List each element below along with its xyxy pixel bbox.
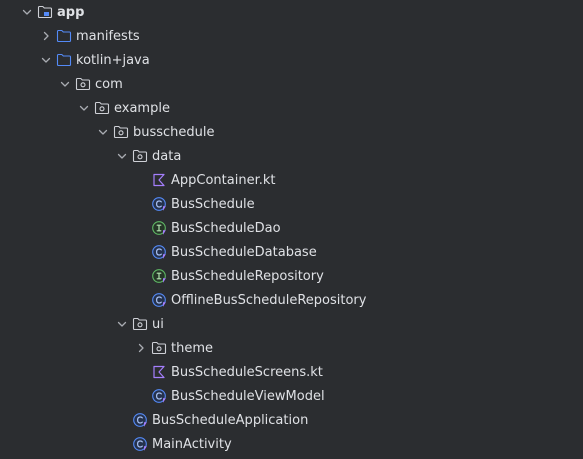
- package-icon: [151, 336, 167, 360]
- tree-node-offlinebusschedulerepository[interactable]: OfflineBusScheduleRepository: [0, 288, 583, 312]
- tree-node-label: BusScheduleRepository: [171, 268, 324, 284]
- chevron-right-icon[interactable]: [39, 24, 53, 48]
- tree-node-label: MainActivity: [152, 436, 232, 452]
- tree-node-com[interactable]: com: [0, 72, 583, 96]
- tree-node-busschedulescreens-kt[interactable]: BusScheduleScreens.kt: [0, 360, 583, 384]
- kotlin-interface-icon: [151, 264, 167, 288]
- folder-icon: [56, 24, 72, 48]
- chevron-down-icon[interactable]: [39, 48, 53, 72]
- chevron-down-icon[interactable]: [58, 72, 72, 96]
- tree-node-label: BusScheduleViewModel: [171, 388, 325, 404]
- chevron-down-icon[interactable]: [96, 120, 110, 144]
- project-tree: app manifests kotlin+java com example bussche…: [0, 0, 583, 459]
- chevron-down-icon[interactable]: [77, 96, 91, 120]
- package-icon: [94, 96, 110, 120]
- tree-node-label: ui: [152, 316, 164, 332]
- tree-node-label: AppContainer.kt: [171, 172, 276, 188]
- kotlin-class-icon: [151, 240, 167, 264]
- tree-node-busschedule[interactable]: BusSchedule: [0, 192, 583, 216]
- tree-node-label: kotlin+java: [76, 52, 150, 68]
- tree-node-manifests[interactable]: manifests: [0, 24, 583, 48]
- tree-node-mainactivity[interactable]: MainActivity: [0, 432, 583, 456]
- kotlin-file-icon: [151, 360, 167, 384]
- tree-node-label: example: [114, 100, 170, 116]
- tree-node-busschedule[interactable]: busschedule: [0, 120, 583, 144]
- package-icon: [113, 120, 129, 144]
- tree-node-label: com: [95, 76, 123, 92]
- tree-node-busschedulerepository[interactable]: BusScheduleRepository: [0, 264, 583, 288]
- tree-node-theme[interactable]: theme: [0, 336, 583, 360]
- tree-node-label: busschedule: [133, 124, 215, 140]
- kotlin-interface-icon: [151, 216, 167, 240]
- tree-node-busscheduleapplication[interactable]: BusScheduleApplication: [0, 408, 583, 432]
- package-icon: [75, 72, 91, 96]
- tree-node-label: app: [57, 4, 85, 20]
- kotlin-file-icon: [151, 168, 167, 192]
- tree-node-label: theme: [171, 340, 213, 356]
- package-icon: [132, 312, 148, 336]
- tree-node-example[interactable]: example: [0, 96, 583, 120]
- tree-node-kotlin-java[interactable]: kotlin+java: [0, 48, 583, 72]
- kotlin-class-icon: [132, 408, 148, 432]
- tree-node-busscheduledao[interactable]: BusScheduleDao: [0, 216, 583, 240]
- tree-node-label: manifests: [76, 28, 140, 44]
- kotlin-class-icon: [132, 432, 148, 456]
- chevron-down-icon[interactable]: [115, 144, 129, 168]
- tree-node-data[interactable]: data: [0, 144, 583, 168]
- chevron-down-icon[interactable]: [20, 0, 34, 24]
- chevron-down-icon[interactable]: [115, 312, 129, 336]
- tree-node-label: BusScheduleApplication: [152, 412, 309, 428]
- chevron-right-icon[interactable]: [134, 336, 148, 360]
- kotlin-class-icon: [151, 192, 167, 216]
- kotlin-class-icon: [151, 288, 167, 312]
- tree-node-app[interactable]: app: [0, 0, 583, 24]
- tree-node-ui[interactable]: ui: [0, 312, 583, 336]
- tree-node-label: data: [152, 148, 182, 164]
- kotlin-class-icon: [151, 384, 167, 408]
- tree-node-label: BusScheduleScreens.kt: [171, 364, 323, 380]
- tree-node-label: OfflineBusScheduleRepository: [171, 292, 367, 308]
- tree-node-label: BusScheduleDatabase: [171, 244, 317, 260]
- tree-node-appcontainer-kt[interactable]: AppContainer.kt: [0, 168, 583, 192]
- folder-icon: [56, 48, 72, 72]
- tree-node-busscheduleviewmodel[interactable]: BusScheduleViewModel: [0, 384, 583, 408]
- package-icon: [132, 144, 148, 168]
- tree-node-label: BusSchedule: [171, 196, 255, 212]
- tree-node-label: BusScheduleDao: [171, 220, 281, 236]
- module-folder-icon: [37, 0, 53, 24]
- tree-node-busscheduledatabase[interactable]: BusScheduleDatabase: [0, 240, 583, 264]
